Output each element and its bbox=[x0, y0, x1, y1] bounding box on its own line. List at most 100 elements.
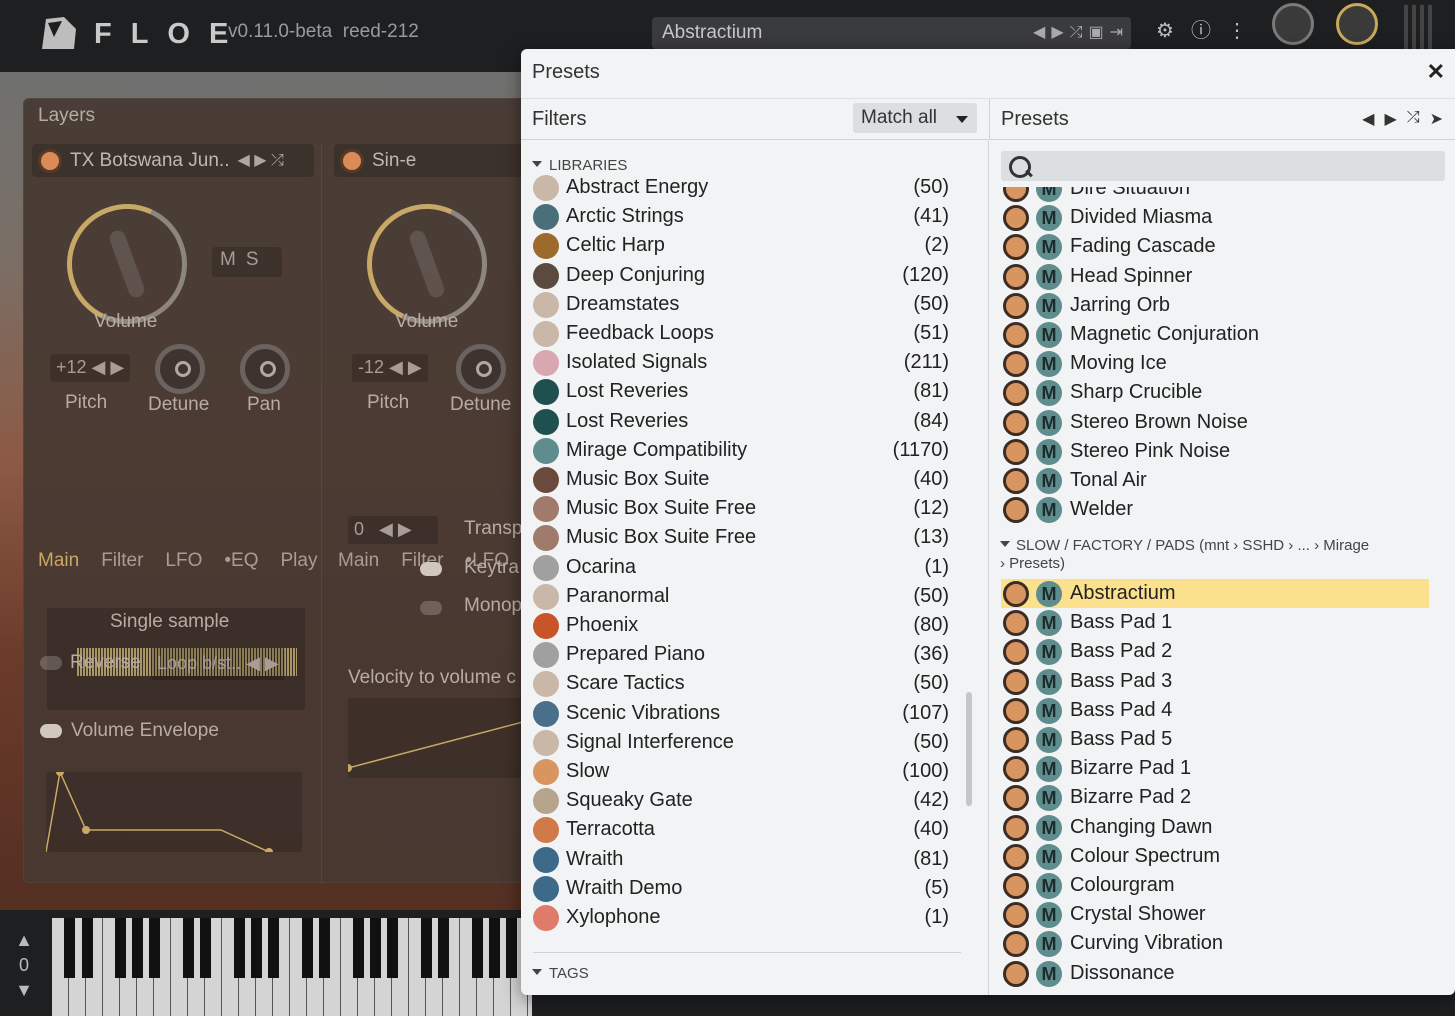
library-item[interactable]: Slow (100) bbox=[533, 757, 963, 786]
library-item[interactable]: Scare Tactics (50) bbox=[533, 669, 963, 698]
preset-item[interactable]: M Tonal Air bbox=[1001, 466, 1429, 495]
prev-preset-icon[interactable]: ◀ bbox=[1033, 24, 1045, 42]
mute-solo-buttons[interactable]: MS bbox=[212, 247, 282, 277]
next-preset-icon[interactable]: ▶ bbox=[1051, 24, 1063, 42]
black-key[interactable] bbox=[268, 918, 279, 978]
preset-search-input[interactable] bbox=[1001, 151, 1445, 181]
black-key[interactable] bbox=[149, 918, 160, 978]
black-key[interactable] bbox=[82, 918, 93, 978]
library-item[interactable]: Dreamstates (50) bbox=[533, 290, 963, 319]
libraries-section-toggle[interactable]: LIBRARIES bbox=[532, 157, 627, 174]
library-item[interactable]: Isolated Signals (211) bbox=[533, 348, 963, 377]
preset-item[interactable]: M Abstractium bbox=[1001, 579, 1429, 608]
library-item[interactable]: Arctic Strings (41) bbox=[533, 202, 963, 231]
library-item[interactable]: Deep Conjuring (120) bbox=[533, 261, 963, 290]
locate-icon[interactable]: ➤ bbox=[1430, 109, 1443, 129]
tags-section-toggle[interactable]: TAGS bbox=[532, 965, 589, 982]
library-item[interactable]: Phoenix (80) bbox=[533, 611, 963, 640]
tab-filter[interactable]: Filter bbox=[101, 550, 143, 572]
preset-item[interactable]: M Changing Dawn bbox=[1001, 813, 1429, 842]
preset-item[interactable]: M Crystal Shower bbox=[1001, 900, 1429, 929]
preset-selector[interactable]: Abstractium ◀ ▶ ⤮ ▣ ⇥ bbox=[652, 17, 1131, 49]
black-key[interactable] bbox=[200, 918, 211, 978]
keytrack-toggle[interactable] bbox=[420, 562, 442, 576]
preset-item[interactable]: M Magnetic Conjuration bbox=[1001, 320, 1429, 349]
preset-item[interactable]: M Stereo Brown Noise bbox=[1001, 408, 1429, 437]
match-mode-dropdown[interactable]: Match all bbox=[853, 103, 977, 133]
filters-scrollbar[interactable] bbox=[966, 692, 972, 806]
black-key[interactable] bbox=[302, 918, 313, 978]
preset-item[interactable]: M Bizarre Pad 1 bbox=[1001, 754, 1429, 783]
preset-item[interactable]: M Bass Pad 2 bbox=[1001, 637, 1429, 666]
black-key[interactable] bbox=[370, 918, 381, 978]
save-icon[interactable]: ▣ bbox=[1088, 24, 1103, 42]
library-item[interactable]: Music Box Suite Free (12) bbox=[533, 494, 963, 523]
library-item[interactable]: Signal Interference (50) bbox=[533, 728, 963, 757]
black-key[interactable] bbox=[472, 918, 483, 978]
monophonic-toggle[interactable] bbox=[420, 601, 442, 615]
preset-item[interactable]: M Bass Pad 1 bbox=[1001, 608, 1429, 637]
library-item[interactable]: Wraith (81) bbox=[533, 845, 963, 874]
detune-knob[interactable] bbox=[456, 344, 506, 394]
solo-button[interactable]: S bbox=[246, 249, 269, 270]
library-item[interactable]: Scenic Vibrations (107) bbox=[533, 699, 963, 728]
library-item[interactable]: Xylophone (1) bbox=[533, 903, 963, 932]
pan-knob[interactable] bbox=[240, 344, 290, 394]
library-item[interactable]: Feedback Loops (51) bbox=[533, 319, 963, 348]
volume-envelope-toggle[interactable] bbox=[40, 724, 62, 738]
pitch-stepper[interactable]: -12 ◀ ▶ bbox=[352, 354, 428, 382]
black-key[interactable] bbox=[438, 918, 449, 978]
library-item[interactable]: Lost Reveries (84) bbox=[533, 407, 963, 436]
envelope-editor[interactable] bbox=[45, 768, 302, 856]
library-item[interactable]: Ocarina (1) bbox=[533, 553, 963, 582]
tab-play[interactable]: Play bbox=[280, 550, 317, 572]
octave-up-icon[interactable]: ▲ bbox=[14, 930, 34, 951]
library-item[interactable]: Terracotta (40) bbox=[533, 815, 963, 844]
preset-item[interactable]: M Moving Ice bbox=[1001, 349, 1429, 378]
black-key[interactable] bbox=[234, 918, 245, 978]
black-key[interactable] bbox=[115, 918, 126, 978]
library-item[interactable]: Squeaky Gate (42) bbox=[533, 786, 963, 815]
preset-item[interactable]: M Fading Cascade bbox=[1001, 232, 1429, 261]
black-key[interactable] bbox=[489, 918, 500, 978]
black-key[interactable] bbox=[64, 918, 75, 978]
preset-item[interactable]: M Welder bbox=[1001, 495, 1429, 524]
preset-item[interactable]: M Bass Pad 4 bbox=[1001, 696, 1429, 725]
black-key[interactable] bbox=[421, 918, 432, 978]
tab-eq[interactable]: •EQ bbox=[224, 550, 258, 572]
timbre-knob[interactable] bbox=[1272, 3, 1314, 45]
library-item[interactable]: Prepared Piano (36) bbox=[533, 640, 963, 669]
preset-item[interactable]: M Dissonance bbox=[1001, 959, 1429, 988]
library-item[interactable]: Music Box Suite (40) bbox=[533, 465, 963, 494]
black-key[interactable] bbox=[353, 918, 364, 978]
close-icon[interactable]: ✕ bbox=[1427, 59, 1445, 85]
black-key[interactable] bbox=[319, 918, 330, 978]
detune-knob[interactable] bbox=[155, 344, 205, 394]
velocity-curve-editor[interactable] bbox=[344, 698, 539, 778]
prev-instrument-icon[interactable]: ◀ ▶ ⤮ bbox=[237, 152, 283, 170]
black-key[interactable] bbox=[132, 918, 143, 978]
shuffle-icon[interactable]: ⤮ bbox=[1407, 109, 1420, 129]
preset-item[interactable]: M Stereo Pink Noise bbox=[1001, 437, 1429, 466]
library-item[interactable]: Lost Reveries (81) bbox=[533, 377, 963, 406]
preset-item[interactable]: M Bass Pad 5 bbox=[1001, 725, 1429, 754]
gear-icon[interactable]: ⚙ bbox=[1154, 20, 1176, 42]
preset-item[interactable]: M Divided Miasma bbox=[1001, 203, 1429, 232]
transpose-stepper[interactable]: 0 ◀ ▶ bbox=[348, 516, 438, 544]
octave-control[interactable]: ▲ 0 ▼ bbox=[14, 930, 34, 1001]
preset-item[interactable]: M Sharp Crucible bbox=[1001, 378, 1429, 407]
shuffle-icon[interactable]: ⤮ bbox=[1070, 24, 1083, 42]
prev-preset-icon[interactable]: ◀ bbox=[1362, 109, 1374, 129]
reverse-toggle[interactable] bbox=[40, 656, 62, 670]
black-key[interactable] bbox=[251, 918, 262, 978]
black-key[interactable] bbox=[183, 918, 194, 978]
layer-1-instrument-selector[interactable]: TX Botswana Jun.. ◀ ▶ ⤮ bbox=[32, 144, 314, 177]
preset-item[interactable]: M Colourgram bbox=[1001, 871, 1429, 900]
tab-lfo[interactable]: LFO bbox=[165, 550, 202, 572]
preset-item[interactable]: M Bizarre Pad 2 bbox=[1001, 783, 1429, 812]
info-icon[interactable]: ⓘ bbox=[1190, 20, 1212, 42]
layer-2-instrument-selector[interactable]: Sin-e bbox=[334, 144, 534, 177]
more-vertical-icon[interactable]: ⋮ bbox=[1226, 20, 1248, 42]
black-key[interactable] bbox=[506, 918, 517, 978]
piano-keyboard[interactable] bbox=[52, 918, 532, 1016]
